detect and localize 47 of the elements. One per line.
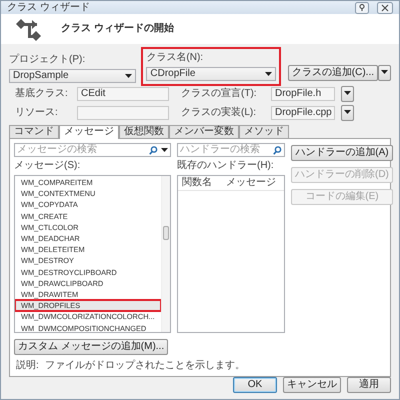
field-label: クラス名(N): <box>146 52 204 64</box>
dialog-button[interactable]: キャンセル <box>283 377 341 393</box>
custom-message-button[interactable]: カスタム メッセージの追加(M)... <box>14 339 168 355</box>
field-label: 基底クラス: <box>15 88 69 100</box>
column-header[interactable]: メッセージ <box>226 177 276 189</box>
search-field[interactable]: メッセージの検索 <box>14 143 171 157</box>
project-dropdown[interactable]: DropSample <box>9 69 136 83</box>
class-name-dropdown[interactable]: CDropFile <box>146 67 276 81</box>
field-label: リソース: <box>15 107 59 119</box>
search-icon <box>273 146 282 154</box>
caret-icon <box>381 70 388 74</box>
header-file-field: DropFile.h <box>271 87 335 101</box>
field-label: メッセージ(S): <box>14 160 82 172</box>
description-text: ファイルがドロップされたことを示します。 <box>44 360 245 372</box>
caret-icon <box>344 91 351 96</box>
search-icon <box>149 146 158 154</box>
column-header[interactable]: 関数名 <box>182 177 212 189</box>
add-class-button[interactable]: クラスの追加(C)... <box>288 65 378 81</box>
search-field[interactable]: ハンドラーの検索 <box>177 143 285 157</box>
scrollbar[interactable] <box>161 176 170 332</box>
implementation-file-field: DropFile.cpp <box>271 106 335 120</box>
dropdown-button[interactable] <box>341 105 354 121</box>
caret-icon <box>264 72 272 76</box>
tab[interactable]: コマンド <box>9 125 59 138</box>
dialog-button[interactable]: OK <box>233 377 277 393</box>
caret-icon <box>344 110 351 114</box>
field-label: クラスの宣言(T): <box>181 88 258 100</box>
class-wizard-icon <box>15 16 41 42</box>
field-label: プロジェクト(P): <box>9 54 86 66</box>
close-icon[interactable] <box>377 2 393 14</box>
handler-button[interactable]: ハンドラーの追加(A) <box>291 145 393 161</box>
dropdown-button[interactable] <box>378 65 391 81</box>
caret-icon <box>161 148 168 152</box>
window-title: クラス ウィザード <box>7 2 90 14</box>
base-class-field: CEdit <box>77 87 169 101</box>
dropdown-button[interactable] <box>341 86 354 102</box>
tab[interactable]: メソッド <box>239 125 289 138</box>
header-title: クラス ウィザードの開始 <box>61 23 174 36</box>
dialog-button[interactable]: 適用 <box>347 377 391 393</box>
field-label: 既存のハンドラー(H): <box>177 160 275 172</box>
caret-icon <box>125 74 132 78</box>
tab[interactable]: メッセージ <box>59 125 119 139</box>
help-icon[interactable] <box>355 2 369 14</box>
tab[interactable]: 仮想関数 <box>119 125 169 138</box>
description-label: 説明: <box>16 360 39 372</box>
tab[interactable]: メンバー変数 <box>169 125 239 138</box>
field-label: クラスの実装(L): <box>181 107 257 119</box>
